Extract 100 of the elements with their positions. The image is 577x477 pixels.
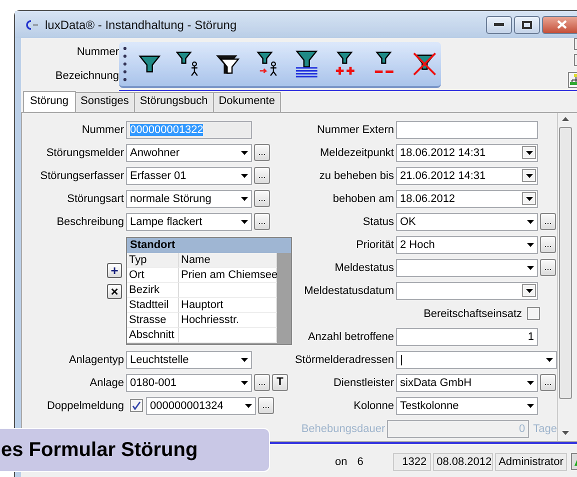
field-label: Bereitschaftseinsatz bbox=[424, 308, 523, 320]
combo-box[interactable]: | bbox=[396, 350, 557, 368]
combo-box[interactable]: Anwohner bbox=[126, 144, 252, 162]
field-label: Anlage bbox=[88, 376, 125, 388]
dropdown-arrow-icon[interactable] bbox=[526, 196, 532, 200]
browse-button[interactable]: ... bbox=[540, 259, 556, 276]
combo-box[interactable]: Erfasser 01 bbox=[126, 166, 252, 184]
logo-icon bbox=[23, 18, 39, 30]
combo-box[interactable]: 0180-001 bbox=[126, 374, 252, 392]
remove-button[interactable]: × bbox=[107, 284, 122, 299]
combo-box[interactable]: normale Störung bbox=[126, 190, 252, 208]
field-label: Störmelderadressen bbox=[294, 354, 395, 366]
checkbox[interactable] bbox=[527, 307, 540, 320]
scroll-down-icon[interactable] bbox=[562, 431, 569, 435]
dropdown-arrow-icon[interactable] bbox=[546, 358, 553, 362]
table-cell: Ort bbox=[127, 268, 179, 283]
maximize-icon bbox=[522, 20, 532, 28]
browse-button[interactable]: ... bbox=[258, 397, 274, 414]
browse-button[interactable]: ... bbox=[254, 374, 270, 391]
date-picker[interactable]: 21.06.2012 14:31 bbox=[396, 166, 538, 184]
maximize-button[interactable] bbox=[514, 16, 540, 34]
status-field: Administrator bbox=[494, 452, 568, 470]
dropdown-arrow-icon[interactable] bbox=[527, 220, 534, 224]
browse-button[interactable]: ... bbox=[540, 236, 556, 253]
window-title: luxData® - Instandhaltung - Störung bbox=[45, 18, 237, 32]
tab[interactable]: Störungsbuch bbox=[134, 92, 214, 112]
number-field: 0 bbox=[387, 420, 530, 438]
field-label: Behebungsdauer bbox=[300, 422, 386, 434]
close-button[interactable] bbox=[542, 16, 577, 34]
dropdown-arrow-icon[interactable] bbox=[245, 404, 252, 408]
column-header[interactable]: Typ bbox=[127, 253, 179, 268]
dropdown-arrow-icon[interactable] bbox=[527, 266, 534, 270]
table-cell: Stadtteil bbox=[127, 298, 179, 313]
dropdown-arrow-icon[interactable] bbox=[241, 380, 248, 384]
number-field[interactable]: 1 bbox=[396, 328, 538, 346]
field-label: Doppelmeldung bbox=[46, 400, 125, 412]
minimize-button[interactable] bbox=[486, 16, 512, 34]
combo-box[interactable]: OK bbox=[396, 212, 538, 230]
table-cell: Abschnitt bbox=[127, 328, 179, 343]
caption-banner: es Formular Störung bbox=[0, 428, 270, 472]
combo-box[interactable]: Testkolonne bbox=[396, 396, 538, 414]
status-text: 6 bbox=[356, 454, 364, 470]
minimize-icon bbox=[494, 22, 504, 26]
text-button[interactable]: T bbox=[272, 374, 288, 391]
field-label: Anzahl betroffene bbox=[306, 330, 395, 342]
dropdown-arrow-icon[interactable] bbox=[527, 404, 534, 408]
field-label: zu beheben bis bbox=[318, 170, 395, 182]
dropdown-arrow-icon[interactable] bbox=[526, 174, 532, 178]
checkbox[interactable] bbox=[130, 399, 143, 412]
combo-box[interactable]: sixData GmbH bbox=[396, 374, 538, 392]
dropdown-arrow-icon[interactable] bbox=[527, 380, 534, 384]
dropdown-arrow-icon[interactable] bbox=[526, 288, 532, 292]
add-button[interactable]: + bbox=[107, 263, 122, 278]
date-picker[interactable]: 18.06.2012 bbox=[396, 190, 538, 208]
dropdown-arrow-icon[interactable] bbox=[527, 242, 534, 246]
field-label: Status bbox=[362, 216, 395, 228]
browse-button[interactable]: ... bbox=[254, 167, 270, 184]
field-label: Störungsmelder bbox=[45, 146, 125, 158]
field-label: Nummer bbox=[76, 46, 119, 58]
scroll-up-icon[interactable] bbox=[562, 117, 569, 121]
field-label: Anlagentyp bbox=[68, 354, 125, 366]
dropdown-arrow-icon[interactable] bbox=[241, 358, 248, 362]
field-label: Dienstleister bbox=[332, 376, 395, 388]
combo-box[interactable]: Lampe flackert bbox=[126, 212, 252, 230]
browse-button[interactable]: ... bbox=[540, 213, 556, 230]
dropdown-arrow-icon[interactable] bbox=[241, 150, 248, 154]
field-label: Störungsart bbox=[66, 192, 125, 204]
browse-button[interactable]: ... bbox=[254, 190, 270, 207]
column-header[interactable]: Name bbox=[179, 253, 277, 268]
grip-icon[interactable] bbox=[123, 46, 127, 82]
tab[interactable]: Dokumente bbox=[212, 92, 281, 112]
browse-button[interactable]: ... bbox=[254, 144, 270, 161]
dropdown-arrow-icon[interactable] bbox=[241, 196, 248, 200]
dropdown-arrow-icon[interactable] bbox=[526, 150, 532, 154]
field-label: Kolonne bbox=[352, 400, 395, 412]
combo-box[interactable]: 000000001324 bbox=[146, 396, 256, 414]
filter-person-arrow-icon[interactable] bbox=[254, 50, 280, 78]
close-icon bbox=[557, 20, 567, 29]
table-cell: Bezirk bbox=[127, 283, 179, 298]
browse-button[interactable]: ... bbox=[254, 213, 270, 230]
dropdown-arrow-icon[interactable] bbox=[241, 174, 248, 178]
field-label: Störungserfasser bbox=[39, 170, 125, 182]
field-label: Meldestatusdatum bbox=[303, 284, 395, 296]
filter-cross-icon[interactable] bbox=[412, 50, 438, 78]
grid-title: Standort bbox=[127, 238, 291, 253]
dropdown-arrow-icon[interactable] bbox=[241, 220, 248, 224]
status-field: 1322 bbox=[393, 452, 431, 470]
browse-button[interactable]: ... bbox=[540, 374, 556, 391]
tab[interactable]: Störung bbox=[23, 91, 76, 112]
field-label: Nummer Extern bbox=[316, 124, 395, 136]
date-picker[interactable]: 18.06.2012 14:31 bbox=[396, 144, 538, 162]
text-field[interactable] bbox=[396, 120, 538, 138]
scrollbar[interactable] bbox=[557, 113, 573, 441]
tab[interactable]: Sonstiges bbox=[74, 92, 135, 112]
field-label: Priorität bbox=[355, 238, 395, 250]
combo-box[interactable]: 2 Hoch bbox=[396, 236, 538, 254]
combo-box[interactable]: Leuchtstelle bbox=[126, 350, 252, 368]
filter-lines-icon[interactable] bbox=[294, 50, 320, 78]
field-label: Meldezeitpunkt bbox=[319, 146, 395, 158]
field-label: behoben am bbox=[332, 192, 395, 204]
